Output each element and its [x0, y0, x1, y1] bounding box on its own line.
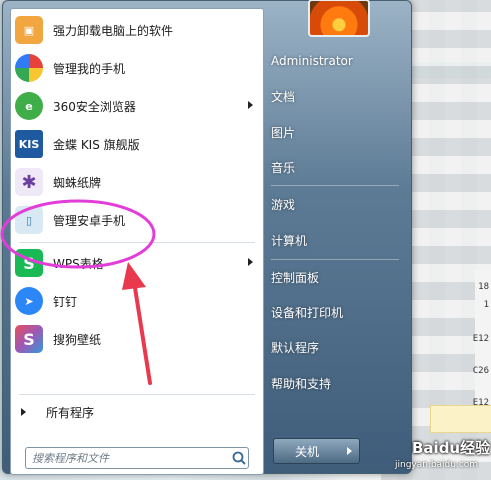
background-yellow-cell [430, 405, 491, 433]
places-item-computer[interactable]: 计算机 [271, 226, 399, 254]
all-programs-button[interactable]: 所有程序 [11, 400, 263, 424]
chevron-right-icon [346, 447, 352, 455]
edge-text: C26 [472, 366, 489, 376]
program-item-kis[interactable]: KIS 金蝶 KIS 旗舰版 [11, 126, 263, 162]
places-item-devices-printers[interactable]: 设备和打印机 [271, 298, 399, 326]
shutdown-button[interactable]: 关机 [273, 438, 341, 464]
program-label: 蜘蛛纸牌 [53, 175, 102, 190]
search-box[interactable]: 搜索程序和文件 [25, 447, 249, 469]
background-window-edge: 18 1 E12 C26 E12 [472, 270, 491, 420]
program-item-wps-sheet[interactable]: S WPS表格 [11, 245, 263, 281]
program-item-android-manager[interactable]: ▯ 管理安卓手机 [11, 202, 263, 238]
menu-separator [271, 185, 399, 186]
program-item-sogou-wallpaper[interactable]: S 搜狗壁纸 [11, 321, 263, 357]
program-label: 金蝶 KIS 旗舰版 [53, 137, 140, 152]
submenu-arrow-icon[interactable] [248, 258, 253, 266]
all-programs-label: 所有程序 [46, 405, 95, 420]
places-item-pictures[interactable]: 图片 [271, 118, 399, 146]
programs-panel: ▣ 强力卸载电脑上的软件 管理我的手机 e 360安全浏览器 KIS 金蝶 KI… [10, 8, 264, 475]
uninstall-box-icon: ▣ [15, 16, 43, 44]
start-menu: ▣ 强力卸载电脑上的软件 管理我的手机 e 360安全浏览器 KIS 金蝶 KI… [2, 0, 412, 475]
wps-sheet-icon: S [15, 249, 43, 277]
baidu-watermark: Baidu经验 [412, 439, 491, 457]
sogou-wallpaper-icon: S [15, 325, 43, 353]
menu-separator [19, 394, 255, 395]
expand-arrow-icon [21, 408, 26, 416]
program-item-360-browser[interactable]: e 360安全浏览器 [11, 88, 263, 124]
edge-text: 18 [478, 282, 489, 292]
dingtalk-icon: ➤ [15, 287, 43, 315]
menu-separator [19, 242, 255, 243]
user-name-link[interactable]: Administrator [271, 47, 399, 75]
submenu-arrow-icon[interactable] [248, 101, 253, 109]
program-item-phone-manager[interactable]: 管理我的手机 [11, 50, 263, 86]
program-label: 管理我的手机 [53, 61, 126, 76]
program-item-spider-solitaire[interactable]: ✱ 蜘蛛纸牌 [11, 164, 263, 200]
browser-360-icon: e [15, 92, 43, 120]
kis-logo-icon: KIS [15, 130, 43, 158]
program-item-dingtalk[interactable]: ➤ 钉钉 [11, 283, 263, 319]
menu-separator [271, 259, 399, 260]
places-item-default-programs[interactable]: 默认程序 [271, 333, 399, 361]
program-label: 360安全浏览器 [53, 99, 136, 114]
user-avatar[interactable] [308, 0, 370, 37]
places-item-control-panel[interactable]: 控制面板 [271, 263, 399, 291]
search-icon[interactable] [230, 449, 248, 467]
edge-text: 1 [483, 300, 489, 310]
places-item-games[interactable]: 游戏 [271, 190, 399, 218]
edge-text: E12 [472, 334, 489, 344]
spider-icon: ✱ [15, 168, 43, 196]
baidu-watermark-url: jingyan.baidu.com [395, 460, 479, 470]
program-label: 强力卸载电脑上的软件 [53, 23, 174, 38]
colorful-phone-manager-icon [15, 54, 43, 82]
program-item-uninstall[interactable]: ▣ 强力卸载电脑上的软件 [11, 12, 263, 48]
program-label: 管理安卓手机 [53, 213, 126, 228]
shutdown-options-button[interactable] [339, 438, 360, 464]
search-input[interactable]: 搜索程序和文件 [26, 450, 230, 466]
program-label: WPS表格 [53, 256, 104, 271]
places-item-documents[interactable]: 文档 [271, 82, 399, 110]
program-label: 钉钉 [53, 294, 78, 309]
android-phone-icon: ▯ [15, 206, 43, 234]
places-item-music[interactable]: 音乐 [271, 153, 399, 181]
program-label: 搜狗壁纸 [53, 332, 102, 347]
places-item-help-support[interactable]: 帮助和支持 [271, 369, 399, 397]
